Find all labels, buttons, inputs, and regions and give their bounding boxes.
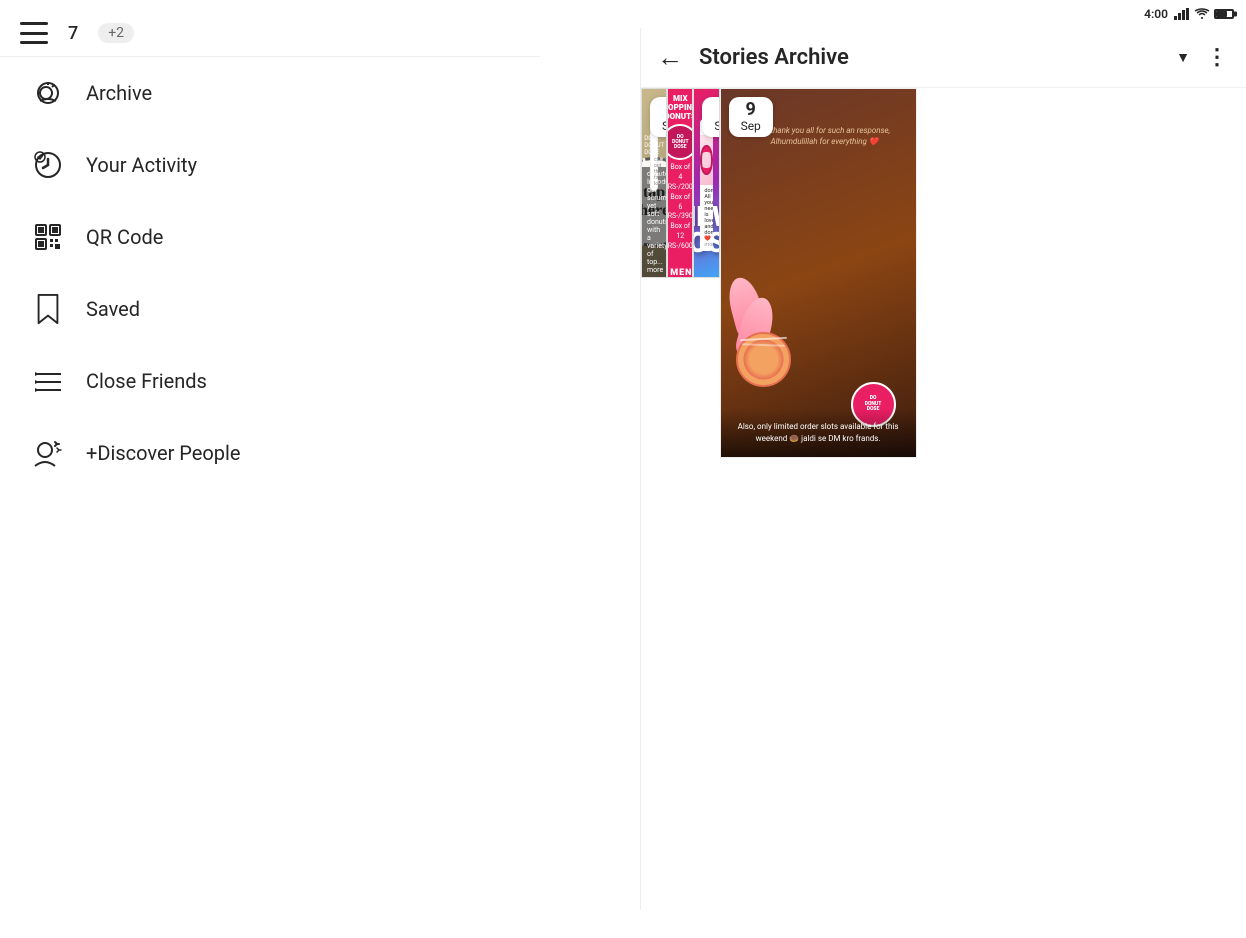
discover-people-label: +Discover People [86,441,241,465]
activity-icon [30,147,66,183]
story-day-9: 9 [741,101,761,119]
story4-bottom-overlay: Also, only limited order slots available… [721,409,916,457]
archive-label: Archive [86,81,152,105]
stories-grid: 5 Sep donutdose1 DO DONUT DOSE check out… [641,88,1246,938]
stories-archive-header: ← Stories Archive ▼ ⋮ [641,28,1246,88]
dropdown-arrow-icon[interactable]: ▼ [1176,49,1190,66]
menu-panel: 7 +2 Archive Your Activity [0,0,540,910]
story-thumb-1[interactable]: 5 Sep donutdose1 DO DONUT DOSE check out… [641,88,667,278]
close-friends-icon [30,363,66,399]
activity-label: Your Activity [86,153,197,177]
menu-top-bar: 7 +2 [0,10,540,57]
menu-item-qr-code[interactable]: QR Code [0,201,540,273]
more-options-button[interactable]: ⋮ [1206,45,1230,70]
menu-item-saved[interactable]: Saved [0,273,540,345]
battery-icon [1214,9,1234,19]
status-time: 4:00 [1144,7,1168,21]
story-thumb-2[interactable]: MIX TOPPINGDONUTS DODONUTDOSE Box of 4RS… [667,88,693,278]
archive-icon [30,75,66,111]
qr-label: QR Code [86,225,163,249]
story-month-sep9: Sep [741,119,761,133]
wifi-icon [1194,8,1210,20]
phone-status-bar: 4:00 [640,0,1246,28]
stories-row-sep5: 5 Sep donutdose1 DO DONUT DOSE check out… [641,88,720,278]
signal-icon [1174,8,1190,20]
story-date-sep5: 5 Sep [650,97,667,137]
menu-user-count: 7 [68,23,78,44]
back-button[interactable]: ← [657,42,683,73]
menu-item-your-activity[interactable]: Your Activity [0,129,540,201]
menu-item-close-friends[interactable]: Close Friends [0,345,540,417]
saved-label: Saved [86,297,140,321]
menu-badge: +2 [98,23,134,43]
close-friends-label: Close Friends [86,369,207,393]
discover-icon [30,435,66,471]
stories-archive-panel: 4:00 ← Stories Archive ▼ ⋮ [640,0,1246,910]
story4-top-text: thank you all for such an response, Alhu… [771,125,910,147]
story-date-sep9: 9 Sep [729,97,773,137]
story-thumb-4[interactable]: 9 Sep thank you all for such an response… [720,88,917,458]
bookmark-icon [30,291,66,327]
story-thumb-3[interactable]: 6 Sep donutdos... donutdose1 All you nee… [693,88,719,278]
status-icons [1174,8,1234,20]
story-date-sep6: 6 Sep [702,97,719,137]
story4-bottom-text: Also, only limited order slots available… [733,421,904,445]
menu-item-archive[interactable]: Archive [0,57,540,129]
stories-archive-title: Stories Archive [699,45,1160,70]
menu-hamburger-icon[interactable] [20,22,48,44]
qr-icon [30,219,66,255]
menu-item-discover-people[interactable]: +Discover People [0,417,540,489]
stories-row-sep9: 9 Sep thank you all for such an response… [720,88,917,458]
